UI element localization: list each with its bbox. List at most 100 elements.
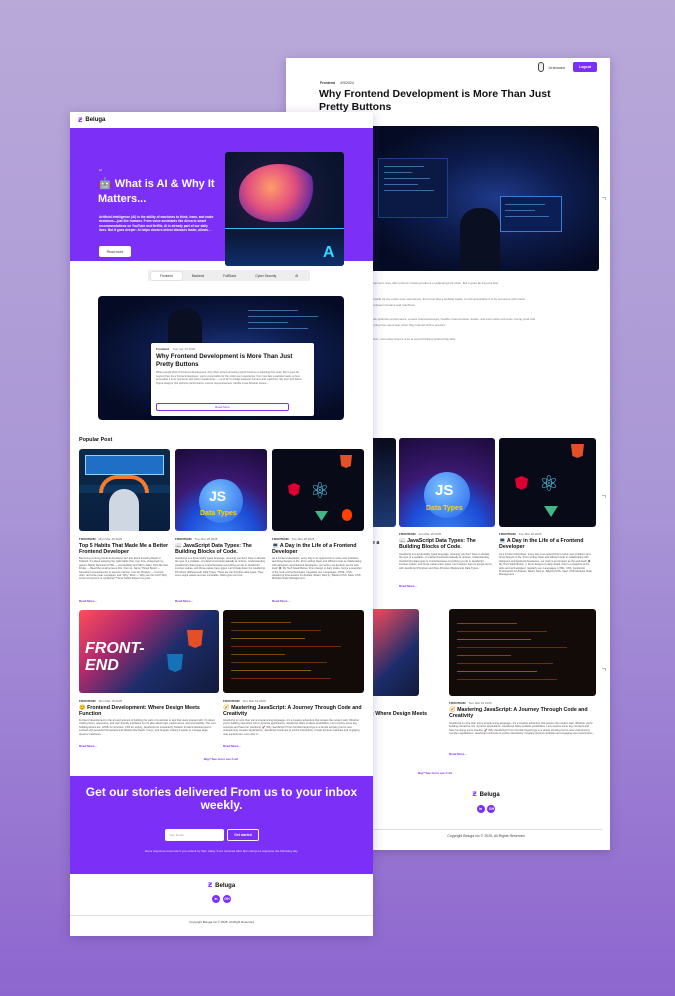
article-body: velopment: they often picture crossing b… (370, 281, 536, 341)
hero-title: 🤖 What is AI & Why It Matters... (98, 178, 215, 205)
beluga-logo-icon: Ƶ (78, 116, 83, 124)
post-card[interactable]: JS Data Types FRONTEND Tue Mar 18 2025 📖 … (175, 449, 267, 607)
hero-read-more-button[interactable]: Read more (99, 246, 131, 257)
tab-ai[interactable]: AI (286, 272, 307, 280)
read-more-link[interactable]: Read More... (449, 752, 467, 756)
home-page: Ƶ Beluga AI 🤖 What is AI & Why It Matters… (70, 112, 373, 936)
linkedin-icon[interactable]: in (476, 805, 485, 813)
github-icon[interactable]: GH (487, 805, 496, 813)
js-label: JS (209, 488, 227, 504)
email-input[interactable]: Your Email (165, 829, 224, 841)
logo[interactable]: Ƶ Beluga (78, 117, 105, 124)
post-card[interactable]: FRONTEND Sun Mar 16 2025 🧭 Mastering Java… (223, 610, 364, 752)
featured-meta: Frontend Sun Apr 13 2025 (156, 347, 196, 351)
html5-icon (340, 455, 352, 468)
article-footer: Ƶ Beluga in GH Copyright Beluga Inc © 202… (370, 791, 602, 838)
svelte-icon (342, 509, 352, 521)
book-icon: 📖 (399, 538, 408, 544)
partial-title-left: e a (372, 540, 380, 546)
copyright: Copyright Beluga Inc © 2025, All Rights … (370, 829, 602, 838)
front-end-label: FRONT- END (85, 640, 145, 674)
read-more-link[interactable]: Read More... (272, 599, 290, 603)
post-card[interactable]: FRONT- END FRONTEND Mon Mar 18 2025 😊 Fron… (79, 610, 219, 752)
article-header: Unknown Logout (286, 58, 610, 76)
user-name: Unknown (548, 64, 566, 70)
tab-fullstack[interactable]: FullStack (214, 272, 245, 280)
social-links: in GH (70, 895, 373, 903)
developer-silhouette (168, 308, 202, 348)
article-card-js[interactable]: JS Data Types FRONTEND Jan Mar 18 2025 📖 … (399, 438, 495, 608)
beluga-logo-icon: Ƶ (207, 882, 213, 889)
post-card[interactable]: FRONTEND Mon Mar 18 2025 Top 5 Habits Tha… (79, 449, 170, 607)
developer-setup-image (79, 449, 170, 531)
article-date: 4/9/2024 (340, 81, 354, 85)
html5-icon (571, 444, 584, 458)
read-more-link[interactable]: Read More... (175, 599, 193, 603)
category-tabs: Frontend Backend FullStack Cyber Securit… (148, 270, 311, 281)
featured-title: Why Frontend Development is More Than Ju… (156, 353, 293, 368)
css3-icon (167, 654, 183, 672)
front-end-image: FRONT- END (79, 610, 219, 693)
tab-frontend[interactable]: Frontend (151, 271, 182, 280)
github-icon[interactable]: GH (222, 895, 231, 903)
avatar[interactable] (538, 62, 545, 72)
tab-backend[interactable]: Backend (183, 272, 213, 280)
js-label: JS (435, 482, 454, 499)
footer-logo[interactable]: Ƶ Beluga (370, 791, 602, 798)
social-links: in GH (370, 805, 602, 813)
book-icon: 📖 (175, 543, 184, 549)
person-arms (99, 475, 149, 493)
laptop-icon: 💻 (499, 538, 507, 544)
js-data-types-image: JS Data Types (175, 449, 267, 531)
newsletter-form: Your Email Get started (165, 829, 259, 841)
read-more-link[interactable]: Read More... (399, 584, 417, 588)
article-card-day[interactable]: ⚛ FRONTEND Tue Mar 18 2025 💻 A Day in the… (499, 438, 596, 616)
code-screen-image (449, 609, 596, 696)
popular-post-title: Popular Post (79, 437, 113, 443)
tech-icons-image: ⚛ (499, 438, 596, 527)
beluga-logo-icon: Ƶ (472, 791, 477, 798)
tech-icons-image: ⚛ (272, 449, 364, 531)
article-category-row: Frontend 4/9/2024 (320, 81, 354, 85)
code-screen-image (223, 610, 364, 693)
partial-thumb-left (370, 438, 396, 527)
tab-cyber-security[interactable]: Cyber Security (246, 272, 285, 280)
person (109, 489, 139, 531)
vue-icon (544, 506, 558, 517)
js-data-types-image: JS Data Types (399, 438, 495, 527)
newsletter-section: Get our stories delivered From us to you… (70, 776, 373, 874)
featured-read-more-button[interactable]: Read More (156, 403, 289, 411)
data-types-label: Data Types (426, 505, 463, 512)
newsletter-title: Get our stories delivered From us to you… (85, 785, 358, 812)
linkedin-icon[interactable]: in (212, 895, 220, 903)
article-card-mastering[interactable]: FRONTEND Sun Mar 16 2025 🧭 Mastering Java… (449, 609, 596, 769)
post-card[interactable]: ⚛ FRONTEND Tue Mar 18 2025 💻 A Day in the… (272, 449, 364, 607)
hero-tag: AI (99, 168, 102, 172)
view-more-link[interactable]: Big? See more see it all (204, 757, 238, 761)
article-title: Why Frontend Development is More Than Ju… (319, 88, 551, 113)
logout-button[interactable]: Logout (573, 62, 597, 72)
read-more-link[interactable]: Read More... (223, 744, 241, 748)
angular-icon (515, 476, 528, 490)
home-footer: Ƶ Beluga in GH Copyright Beluga Inc © 202… (70, 882, 373, 924)
read-more-link[interactable]: Read More... (79, 599, 97, 603)
copyright: Copyright Beluga Inc © 2025. All Right R… (70, 915, 373, 924)
featured-desc: When people think of frontend developmen… (156, 371, 302, 385)
footer-logo[interactable]: Ƶ Beluga (70, 882, 373, 889)
read-more-link[interactable]: Read More... (79, 744, 97, 748)
data-types-label: Data Types (200, 510, 237, 517)
partial-title-left2: : Where Design Meets (372, 711, 428, 717)
developer-silhouette (460, 208, 500, 271)
featured-post[interactable]: Frontend Sun Apr 13 2025 Why Frontend De… (98, 296, 344, 420)
article-category: Frontend (320, 81, 336, 85)
featured-card: Frontend Sun Apr 13 2025 Why Frontend De… (151, 343, 314, 416)
brain-glow (239, 164, 319, 222)
view-more-link[interactable]: Big? See more see it all (418, 771, 452, 775)
react-icon: ⚛ (539, 472, 559, 497)
hero-description: Artificial Intelligence (AI) is the abil… (99, 215, 214, 233)
vue-icon (315, 511, 328, 521)
angular-icon (288, 483, 300, 496)
get-started-button[interactable]: Get started (227, 829, 259, 841)
monitors (85, 455, 164, 475)
compass-icon: 🧭 (449, 707, 458, 713)
